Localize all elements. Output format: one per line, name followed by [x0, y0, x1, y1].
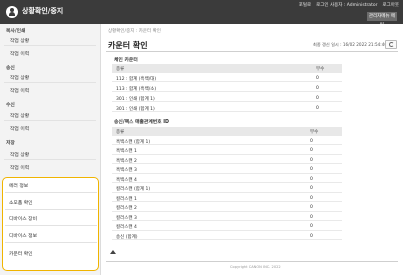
divider: [4, 159, 96, 160]
user-icon: [6, 6, 18, 18]
table-row: 112 : 합계 (흑백/대) 0: [112, 74, 342, 82]
row-count: 0: [310, 186, 313, 191]
table-row: 흑백스캔 3 0: [112, 166, 342, 174]
divider: [4, 120, 96, 121]
row-count: 0: [316, 75, 319, 81]
divider: [106, 261, 398, 262]
divider: [106, 51, 398, 52]
row-count: 0: [310, 176, 313, 182]
table-row: 흑백스캔 (합계 1) 0: [112, 137, 342, 145]
row-count: 0: [310, 205, 313, 210]
divider: [4, 82, 96, 83]
sidebar-item-consumables[interactable]: 소모품 확인: [9, 199, 33, 206]
sidebar-item-device-equipment[interactable]: 디바이스 장비: [9, 215, 37, 222]
app-title: 상황확인/중지: [22, 7, 64, 15]
sidebar: 복사/인쇄 작업 상황 작업 이력 송신 작업 상황 작업 이력 수신 작업 상…: [0, 24, 101, 275]
copyright: Copyright CANON INC. 2022: [230, 265, 281, 269]
divider: [5, 192, 97, 193]
table-row: 컬러스캔 4 0: [112, 223, 342, 231]
sidebar-item-device-info[interactable]: 디바이스 정보: [9, 232, 37, 239]
row-type: 112 : 합계 (흑백/대): [116, 76, 157, 82]
row-type: 113 : 합계 (흑백/소): [116, 86, 157, 92]
page-title: 카운터 확인: [108, 41, 148, 50]
row-type: 컬러스캔 3: [116, 215, 137, 221]
logout-link[interactable]: 로그아웃: [382, 2, 399, 10]
row-count: 0: [310, 214, 313, 220]
sidebar-section-receive: 수신: [6, 103, 15, 108]
sidebar-item-job-status[interactable]: 작업 상황: [10, 112, 29, 119]
table-row: 301 : 인쇄 (합계 1) 0: [112, 104, 342, 112]
divider: [5, 242, 97, 243]
row-type: 컬러스캔 1: [116, 196, 137, 202]
table-row: 컬러스캔 1 0: [112, 194, 342, 202]
sidebar-section-store: 저장: [6, 141, 15, 146]
sidebar-section-send: 송신: [6, 66, 15, 71]
sidebar-item-job-log[interactable]: 작업 이력: [10, 125, 29, 132]
row-type: 301 : 인쇄 (합계 1): [116, 106, 155, 112]
row-count: 0: [316, 85, 319, 91]
table-row: 송신 (합계) 0: [112, 232, 342, 240]
row-count: 0: [310, 157, 313, 163]
row-count: 0: [316, 105, 319, 111]
divider: [5, 209, 97, 210]
row-type: 301 : 인쇄 (합계 1): [116, 96, 155, 102]
row-type: 컬러스캔 (합계 1): [116, 187, 151, 192]
table-row: 113 : 합계 (흑백/소) 0: [112, 84, 342, 92]
refresh-button[interactable]: [385, 40, 397, 49]
table-row: 컬러스캔 3 0: [112, 213, 342, 221]
divider: [4, 45, 96, 46]
row-count: 0: [310, 167, 313, 172]
top-bar: 상황확인/중지 포털로 로그인 사용자 : Administrator 로그아웃…: [0, 0, 403, 28]
row-count: 0: [310, 233, 313, 239]
column-header-type: 종류: [116, 67, 125, 72]
row-type: 흑백스캔 4: [116, 177, 137, 183]
row-type: 흑백스캔 3: [116, 168, 137, 173]
sidebar-section-copy-print: 복사/인쇄: [6, 29, 26, 34]
table-row: 301 : 인쇄 (합계 1) 0: [112, 94, 342, 102]
row-count: 0: [310, 148, 313, 153]
row-type: 컬러스캔 2: [116, 206, 137, 211]
sidebar-item-job-log[interactable]: 작업 이력: [10, 164, 29, 171]
column-header-count: 부수: [310, 130, 319, 135]
table-header: 종류 부수: [112, 64, 342, 73]
sidebar-item-job-status[interactable]: 작업 상황: [10, 151, 29, 158]
table-row: 흑백스캔 4 0: [112, 175, 342, 183]
table-row: 컬러스캔 (합계 1) 0: [112, 185, 342, 193]
row-type: 흑백스캔 2: [116, 158, 137, 164]
sidebar-item-counter-check[interactable]: 카운터 확인: [9, 250, 33, 257]
last-updated-label: 최종 갱신 일시 : 16/02 2022 21:54:40: [313, 42, 388, 47]
sidebar-item-error-info[interactable]: 에러 정보: [9, 182, 28, 189]
top-links: 포털로 로그인 사용자 : Administrator 로그아웃: [299, 2, 399, 10]
sidebar-item-job-status[interactable]: 작업 상황: [10, 37, 29, 44]
highlighted-menu-group: 에러 정보 소모품 확인 디바이스 장비 디바이스 정보 카운터 확인: [2, 177, 99, 271]
table-header: 종류 부수: [112, 127, 342, 136]
section-title-send-fax: 송신/팩스 매출관계번호 ID: [114, 120, 169, 125]
login-user-label: 로그인 사용자 : Administrator: [316, 3, 378, 8]
row-count: 0: [310, 224, 313, 229]
column-header-type: 종류: [116, 130, 125, 135]
row-type: 컬러스캔 4: [116, 225, 137, 230]
sidebar-item-job-log[interactable]: 작업 이력: [10, 50, 29, 57]
sidebar-item-job-status[interactable]: 작업 상황: [10, 74, 29, 81]
row-type: 흑백스캔 (합계 1): [116, 139, 151, 145]
row-count: 0: [310, 195, 313, 201]
refresh-icon: [389, 42, 394, 47]
row-count: 0: [310, 138, 313, 144]
row-type: 흑백스캔 1: [116, 149, 137, 154]
section-title-chain-counter: 체인 카운터: [114, 58, 138, 63]
divider: [5, 225, 97, 226]
breadcrumb: 상황확인/중지 : 카운터 확인: [108, 29, 161, 34]
admin-mail-button[interactable]: 관리자메뉴 메일: [367, 12, 397, 28]
table-row: 컬러스캔 2 0: [112, 204, 342, 212]
row-count: 0: [316, 95, 319, 101]
table-row: 흑백스캔 2 0: [112, 156, 342, 164]
sidebar-item-job-log[interactable]: 작업 이력: [10, 87, 29, 94]
row-type: 송신 (합계): [116, 234, 138, 240]
portal-link[interactable]: 포털로: [299, 2, 311, 10]
table-row: 흑백스캔 1 0: [112, 147, 342, 155]
column-header-count: 부수: [316, 67, 325, 72]
scroll-to-top-icon[interactable]: [110, 250, 116, 255]
